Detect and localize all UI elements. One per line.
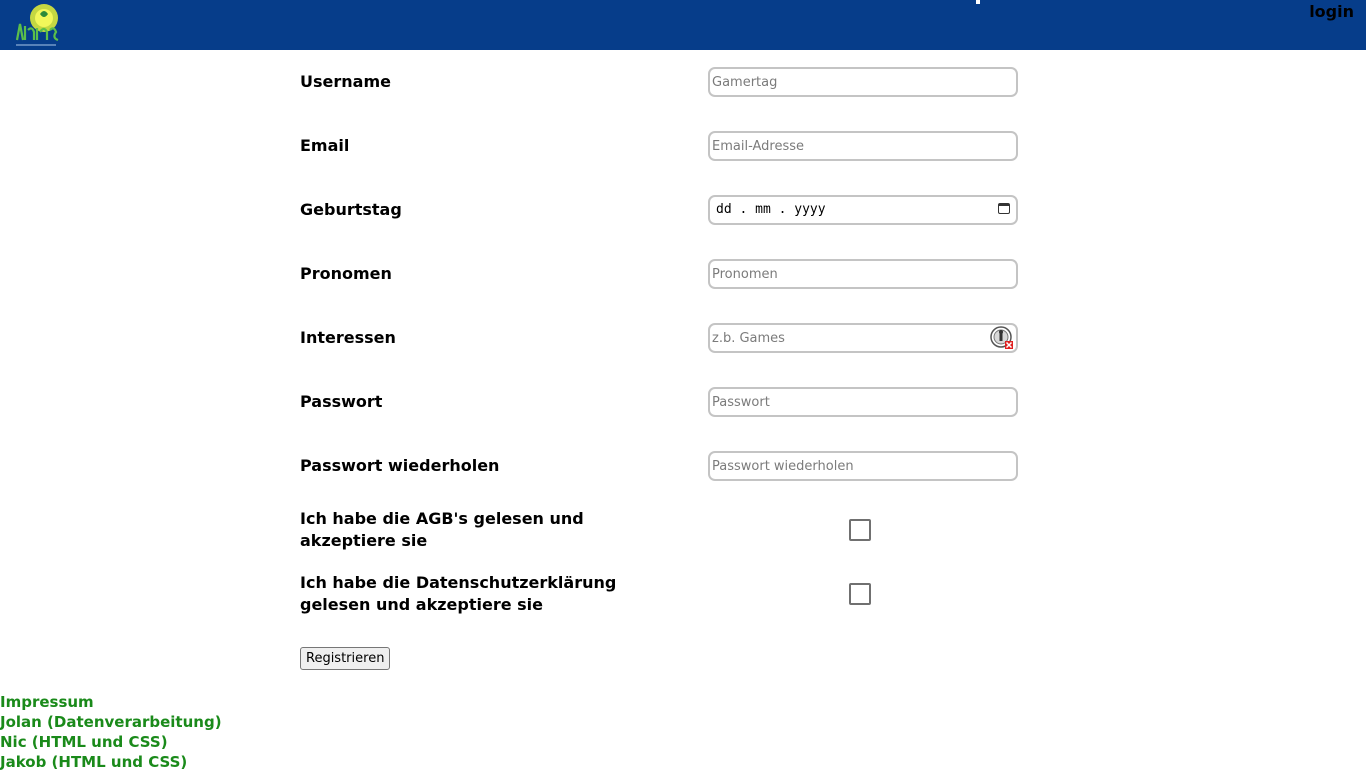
terms-checkbox[interactable]: [849, 519, 871, 541]
interests-label: Interessen: [300, 328, 396, 347]
site-logo[interactable]: [14, 2, 64, 48]
privacy-label: Ich habe die Datenschutzerklärung gelese…: [300, 573, 617, 614]
birthday-input[interactable]: dd . mm . yyyy: [708, 195, 1018, 225]
email-input[interactable]: [708, 131, 1018, 161]
pronouns-label: Pronomen: [300, 264, 392, 283]
header-marker: [976, 0, 980, 4]
pronouns-input[interactable]: [708, 259, 1018, 289]
top-navigation-bar: login: [0, 0, 1366, 50]
password-manager-icon[interactable]: [990, 326, 1014, 350]
footer-link-jakob[interactable]: Jakob (HTML und CSS): [0, 752, 222, 772]
password-input[interactable]: [708, 387, 1018, 417]
password-label: Passwort: [300, 392, 383, 411]
email-label: Email: [300, 136, 350, 155]
footer-link-impressum[interactable]: Impressum: [0, 692, 222, 712]
interests-input[interactable]: [708, 323, 1018, 353]
birthday-value: dd . mm . yyyy: [716, 202, 826, 217]
username-label: Username: [300, 72, 391, 91]
register-button[interactable]: Registrieren: [300, 647, 391, 670]
password-repeat-label: Passwort wiederholen: [300, 456, 500, 475]
username-input[interactable]: [708, 67, 1018, 97]
footer-link-jolan[interactable]: Jolan (Datenverarbeitung): [0, 712, 222, 732]
calendar-icon[interactable]: [998, 203, 1010, 214]
terms-label: Ich habe die AGB's gelesen und akzeptier…: [300, 509, 584, 550]
footer-link-nic[interactable]: Nic (HTML und CSS): [0, 732, 222, 752]
birthday-label: Geburtstag: [300, 200, 402, 219]
privacy-checkbox[interactable]: [849, 583, 871, 605]
password-repeat-input[interactable]: [708, 451, 1018, 481]
footer-links: Impressum Jolan (Datenverarbeitung) Nic …: [0, 692, 222, 772]
login-link[interactable]: login: [1309, 2, 1354, 21]
